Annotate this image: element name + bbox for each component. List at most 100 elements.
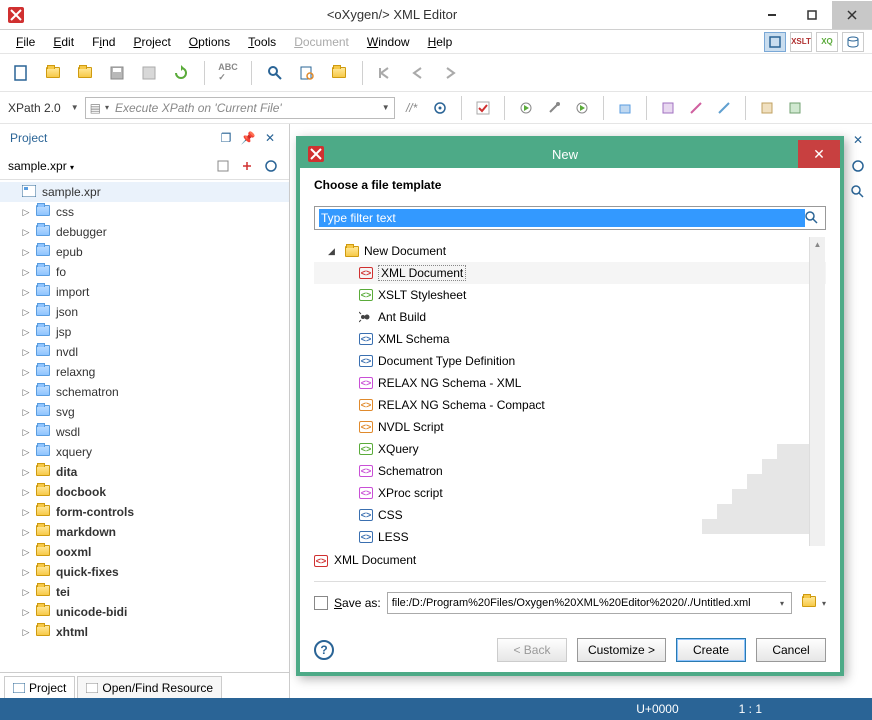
twist-icon[interactable]: ▷ (20, 507, 32, 518)
transform-debug-button[interactable] (571, 97, 593, 119)
close-button[interactable] (832, 1, 872, 29)
reload-button[interactable] (168, 60, 194, 86)
template-root[interactable]: ◢ New Document (314, 240, 826, 262)
project-file-dropdown[interactable]: sample.xpr ▾ (8, 159, 209, 173)
twist-icon[interactable]: ▷ (20, 387, 32, 398)
template-tree[interactable]: ◢ New Document <>XML Document<>XSLT Styl… (314, 236, 826, 547)
perspective-xslt-button[interactable]: XSLT (790, 32, 812, 52)
editor-close-icon[interactable]: ✕ (848, 130, 868, 150)
tree-item[interactable]: ▷debugger (0, 222, 289, 242)
nav-back-end-button[interactable] (373, 60, 399, 86)
twist-icon[interactable]: ▷ (20, 547, 32, 558)
twist-icon[interactable]: ▷ (20, 327, 32, 338)
tree-item[interactable]: ▷epub (0, 242, 289, 262)
twist-icon[interactable]: ▷ (20, 267, 32, 278)
twist-icon[interactable]: ▷ (20, 627, 32, 638)
tree-root[interactable]: sample.xpr (0, 182, 289, 202)
cancel-button[interactable]: Cancel (756, 638, 826, 662)
template-item[interactable]: <>XML Schema (314, 328, 826, 350)
menu-tools[interactable]: Tools (240, 32, 284, 52)
menu-options[interactable]: Options (181, 32, 238, 52)
tree-item[interactable]: ▷css (0, 202, 289, 222)
tree-item[interactable]: ▷quick-fixes (0, 562, 289, 582)
project-settings-button[interactable] (261, 156, 281, 176)
twist-icon[interactable]: ▷ (20, 467, 32, 478)
tool1-button[interactable] (657, 97, 679, 119)
twist-icon[interactable]: ▷ (20, 207, 32, 218)
find-in-files-button[interactable] (326, 60, 352, 86)
tool3-button[interactable] (713, 97, 735, 119)
tree-item[interactable]: ▷nvdl (0, 342, 289, 362)
create-button[interactable]: Create (676, 638, 746, 662)
xpath-input-end-dropdown-icon[interactable]: ▼ (382, 103, 390, 112)
menu-project[interactable]: Project (125, 32, 178, 52)
tool5-button[interactable] (784, 97, 806, 119)
template-scrollbar[interactable]: ▲ (809, 237, 825, 546)
filter-input[interactable] (319, 209, 805, 227)
menu-find[interactable]: Find (84, 32, 123, 52)
saveas-browse-button[interactable] (802, 596, 816, 610)
tree-item[interactable]: ▷schematron (0, 382, 289, 402)
twist-icon[interactable]: ▷ (20, 527, 32, 538)
xpath-version-label[interactable]: XPath 2.0 (8, 101, 65, 115)
dialog-close-button[interactable]: ✕ (798, 140, 840, 168)
maximize-button[interactable] (792, 1, 832, 29)
tree-item[interactable]: ▷tei (0, 582, 289, 602)
panel-close-icon[interactable]: ✕ (261, 129, 279, 147)
menu-help[interactable]: Help (420, 32, 461, 52)
search-button[interactable] (262, 60, 288, 86)
perspective-db-button[interactable] (842, 32, 864, 52)
tree-item[interactable]: ▷fo (0, 262, 289, 282)
tree-item[interactable]: ▷jsp (0, 322, 289, 342)
tree-item[interactable]: ▷svg (0, 402, 289, 422)
tab-open-find[interactable]: Open/Find Resource (77, 676, 222, 698)
twist-icon[interactable]: ▷ (20, 567, 32, 578)
tree-item[interactable]: ▷form-controls (0, 502, 289, 522)
template-item[interactable]: Ant Build (314, 306, 826, 328)
saveas-input[interactable] (387, 592, 792, 614)
tree-item[interactable]: ▷dita (0, 462, 289, 482)
project-tree[interactable]: sample.xpr ▷css▷debugger▷epub▷fo▷import▷… (0, 180, 289, 672)
tree-item[interactable]: ▷markdown (0, 522, 289, 542)
find-replace-button[interactable] (294, 60, 320, 86)
open-file-button[interactable] (40, 60, 66, 86)
saveas-checkbox[interactable] (314, 596, 328, 610)
tree-item[interactable]: ▷xhtml (0, 622, 289, 642)
nav-back-button[interactable] (405, 60, 431, 86)
menu-file[interactable]: File (8, 32, 43, 52)
tree-item[interactable]: ▷relaxng (0, 362, 289, 382)
nav-forward-button[interactable] (437, 60, 463, 86)
saveas-browse-dropdown-icon[interactable]: ▾ (822, 599, 826, 608)
save-button[interactable] (104, 60, 130, 86)
xpath-settings-button[interactable] (429, 97, 451, 119)
twist-icon[interactable]: ▷ (20, 227, 32, 238)
xpath-input[interactable]: ▤ ▾ Execute XPath on 'Current File' ▼ (85, 97, 395, 119)
perspective-xquery-button[interactable]: XQ (816, 32, 838, 52)
twist-icon[interactable]: ▷ (20, 447, 32, 458)
help-button[interactable]: ? (314, 640, 334, 660)
spellcheck-button[interactable]: ABC✓ (215, 60, 241, 86)
transform-button[interactable] (515, 97, 537, 119)
xpath-version-dropdown-icon[interactable]: ▼ (71, 103, 79, 112)
tab-project[interactable]: Project (4, 676, 75, 698)
tree-item[interactable]: ▷xquery (0, 442, 289, 462)
collapse-all-button[interactable] (213, 156, 233, 176)
twist-icon[interactable]: ▷ (20, 247, 32, 258)
menu-edit[interactable]: Edit (45, 32, 82, 52)
twist-icon[interactable]: ▷ (20, 287, 32, 298)
panel-restore-icon[interactable]: ❐ (217, 129, 235, 147)
configure-transform-button[interactable] (543, 97, 565, 119)
template-item[interactable]: <>RELAX NG Schema - XML (314, 372, 826, 394)
archive-button[interactable] (614, 97, 636, 119)
tree-item[interactable]: ▷import (0, 282, 289, 302)
menu-window[interactable]: Window (359, 32, 418, 52)
template-item[interactable]: <>XSLT Stylesheet (314, 284, 826, 306)
link-editor-button[interactable] (237, 156, 257, 176)
tree-item[interactable]: ▷ooxml (0, 542, 289, 562)
xpath-xslt-button[interactable]: //* (401, 97, 423, 119)
editor-settings-icon[interactable] (848, 156, 868, 176)
tool2-button[interactable] (685, 97, 707, 119)
twist-icon[interactable]: ▷ (20, 587, 32, 598)
filter-search-icon[interactable] (805, 211, 821, 225)
panel-pin-icon[interactable]: 📌 (239, 129, 257, 147)
